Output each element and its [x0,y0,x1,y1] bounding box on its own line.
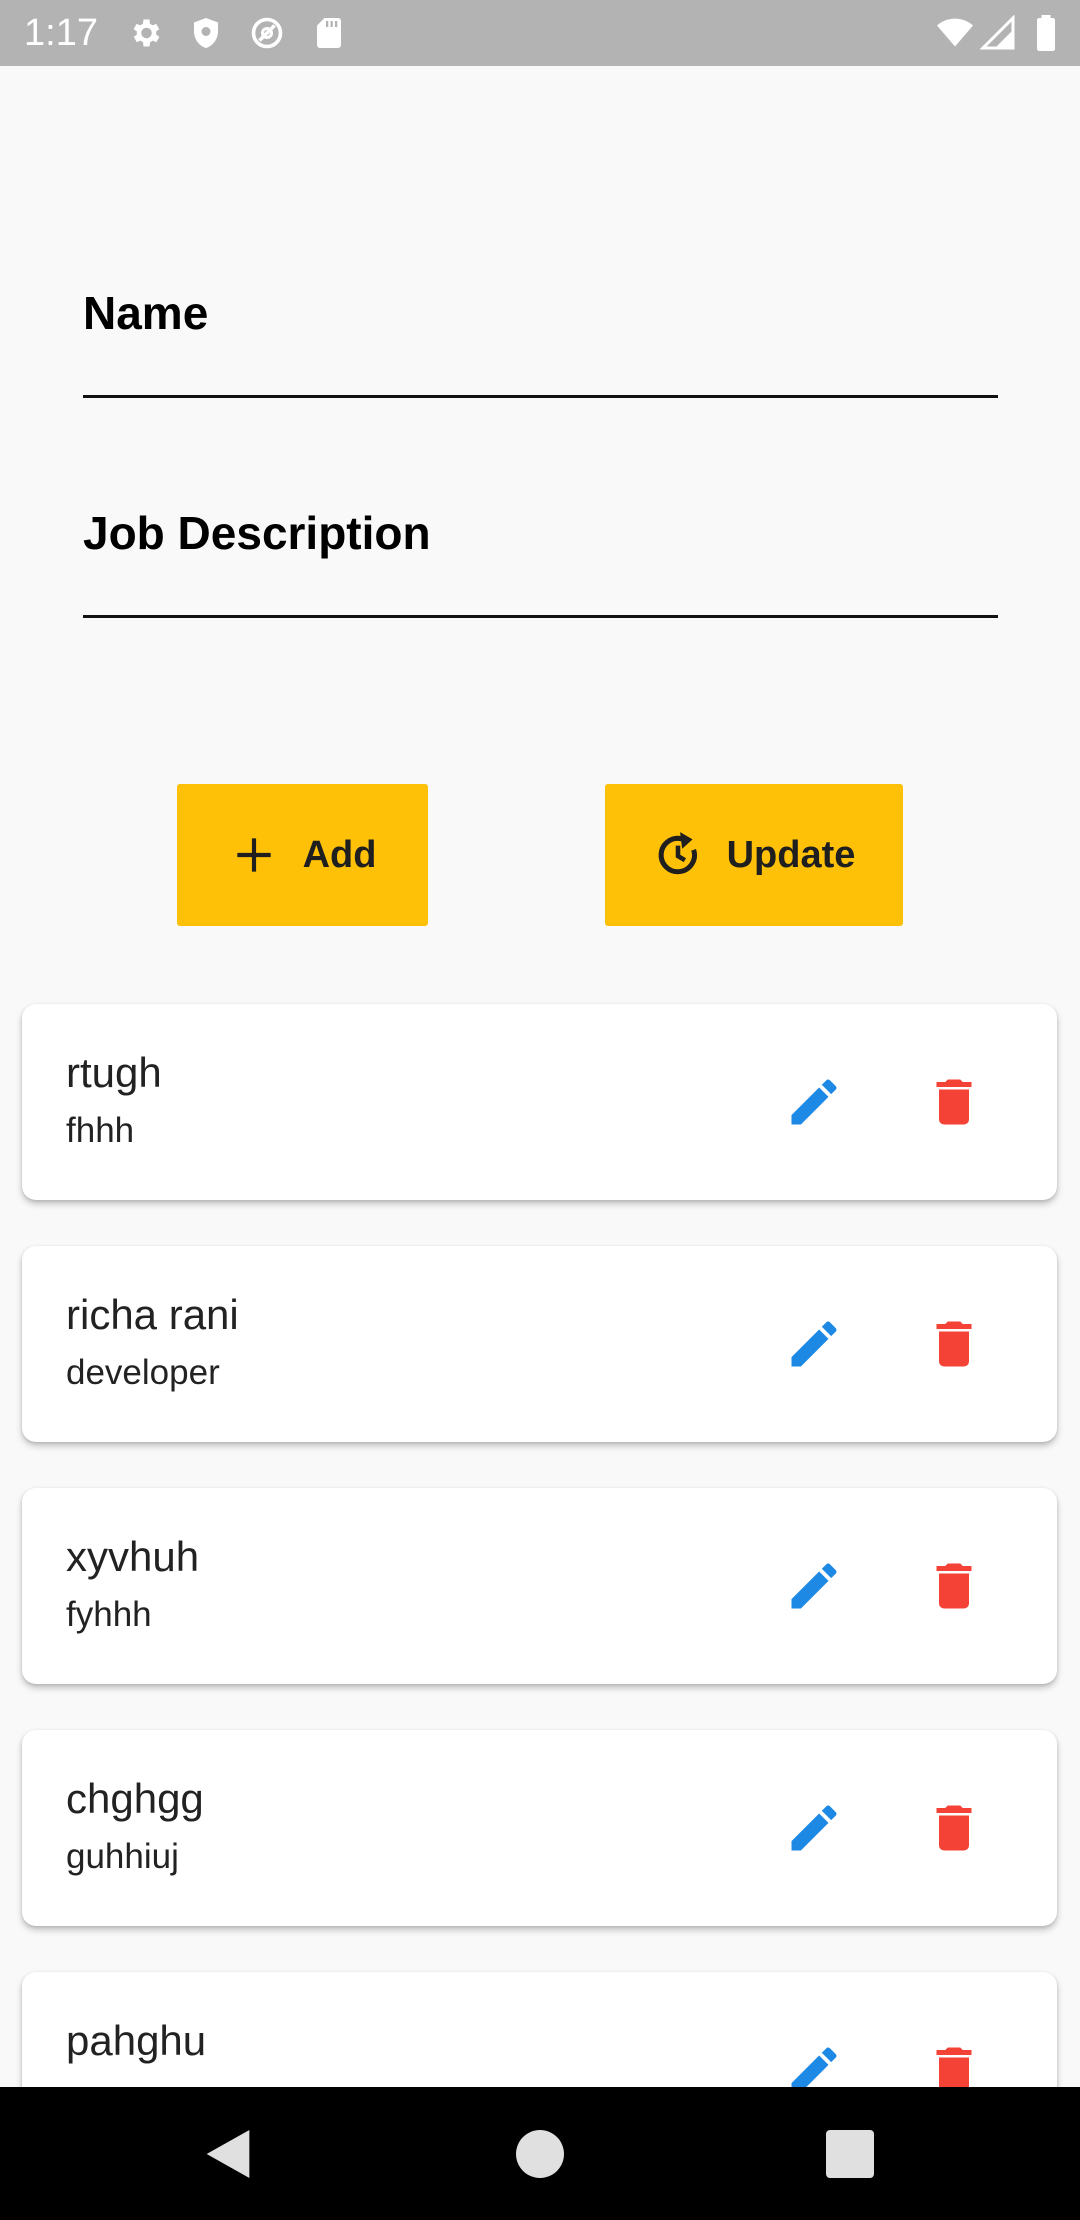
name-field-underline [83,395,998,398]
employee-card[interactable]: rtugh fhhh [22,1004,1057,1200]
screen: 1:17 Name Job Description Add Update rtu… [0,0,1080,2220]
update-button-label: Update [726,833,856,876]
signal-icon [980,15,1016,51]
trash-icon[interactable] [924,1798,984,1858]
pencil-icon[interactable] [784,1798,844,1858]
refresh-clock-icon [653,830,703,880]
employee-card[interactable]: xyvhuh fyhhh [22,1488,1057,1684]
navigation-bar [0,2087,1080,2220]
employee-name: pahghu [66,2017,207,2064]
update-button[interactable]: Update [605,784,903,926]
sd-card-icon [311,15,347,51]
job-description-field-label: Job Description [83,507,431,559]
home-icon[interactable] [508,2122,572,2186]
gear-icon [127,15,163,51]
employee-name: xyvhuh [66,1533,200,1580]
name-field-label: Name [83,287,209,339]
job-description-field[interactable]: Job Description [83,500,998,620]
status-bar: 1:17 [0,0,1080,66]
trash-icon[interactable] [924,1314,984,1374]
employee-job: developer [66,1353,220,1392]
shield-icon [188,15,224,51]
add-button[interactable]: Add [177,784,428,926]
employee-job: guhhiuj [66,1837,179,1876]
at-sign-icon [249,15,285,51]
employee-job: fhhh [66,1111,135,1150]
employee-job: fyhhh [66,1595,152,1634]
employee-name: chghgg [66,1775,204,1822]
add-button-label: Add [302,833,377,876]
trash-icon[interactable] [924,1072,984,1132]
employee-card[interactable]: chghgg guhhiuj [22,1730,1057,1926]
name-field[interactable]: Name [83,280,998,400]
trash-icon[interactable] [924,1556,984,1616]
employee-name: richa rani [66,1291,239,1338]
pencil-icon[interactable] [784,1556,844,1616]
recents-icon[interactable] [818,2122,882,2186]
employee-card[interactable]: richa rani developer [22,1246,1057,1442]
battery-icon [1032,15,1060,51]
back-icon[interactable] [196,2122,260,2186]
pencil-icon[interactable] [784,1072,844,1132]
job-description-field-underline [83,615,998,618]
employee-name: rtugh [66,1049,162,1096]
pencil-icon[interactable] [784,1314,844,1374]
wifi-icon [935,15,975,51]
status-time: 1:17 [24,12,98,54]
plus-icon [229,830,279,880]
